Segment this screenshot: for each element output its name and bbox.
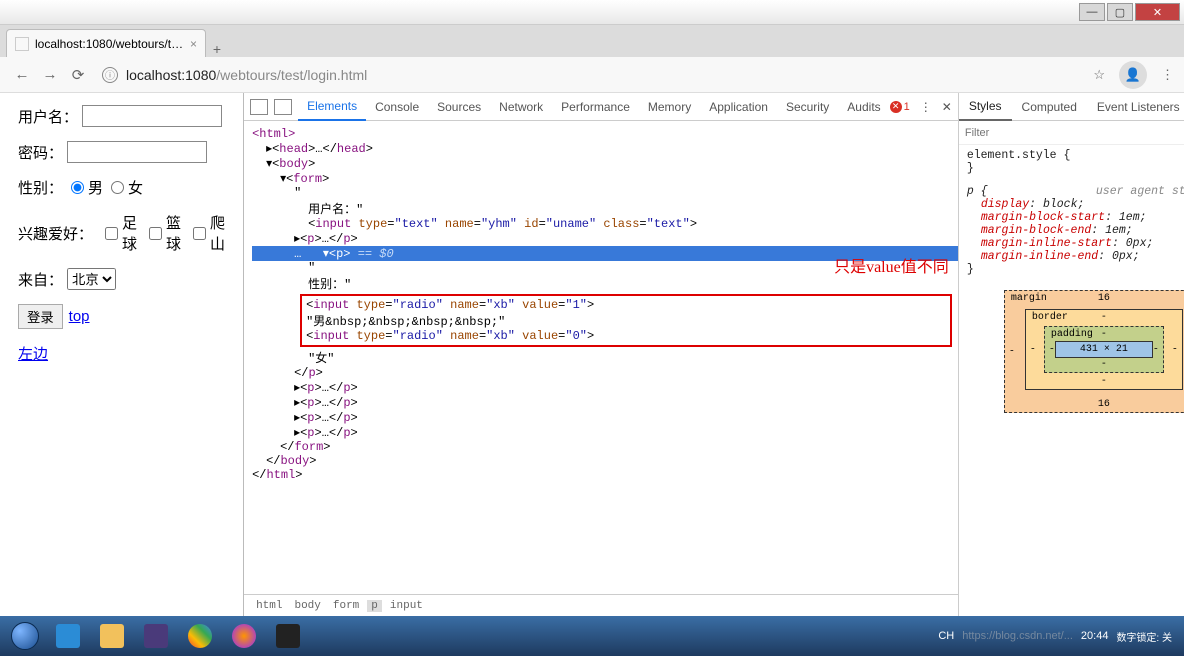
reload-button[interactable]: ⟳ [66, 66, 90, 84]
styles-pane[interactable]: element.style { } user agent stylesheetp… [959, 145, 1184, 280]
bc-body[interactable]: body [290, 600, 324, 612]
tray-time[interactable]: 20:44 [1081, 630, 1109, 642]
sidebar-tab-styles[interactable]: Styles [959, 93, 1012, 121]
tray-status: 数字锁定: 关 [1116, 629, 1172, 644]
styles-filter-input[interactable] [965, 127, 1184, 139]
bc-p[interactable]: p [367, 600, 382, 612]
hobby-climb-checkbox[interactable] [193, 227, 206, 240]
hobby-football-label: 足球 [122, 212, 137, 254]
url-host: localhost:1080 [126, 67, 216, 83]
devtools-tabbar: Elements Console Sources Network Perform… [244, 93, 958, 121]
back-button[interactable]: ← [10, 66, 34, 83]
gender-female-label: 女 [128, 177, 143, 198]
dom-breadcrumb[interactable]: html body form p input [244, 594, 958, 616]
hobby-climb-label: 爬山 [210, 212, 225, 254]
bc-form[interactable]: form [329, 600, 363, 612]
hobby-football-checkbox[interactable] [105, 227, 118, 240]
tab-memory[interactable]: Memory [639, 93, 700, 121]
gender-label: 性别： [18, 177, 63, 198]
left-link[interactable]: 左边 [18, 343, 48, 364]
annotation-text: 只是value值不同 [834, 253, 949, 277]
hobby-label: 兴趣爱好： [18, 223, 93, 244]
box-model: margin 16 16 - - border - - - - padding … [1004, 290, 1184, 413]
top-link[interactable]: top [69, 308, 90, 325]
inspect-icon[interactable] [250, 99, 268, 115]
devtools-sidebar: Styles Computed Event Listeners » :hov .… [959, 93, 1184, 616]
taskbar-ie-icon[interactable] [47, 620, 89, 652]
url-input[interactable]: ⓘ localhost:1080/webtours/test/login.htm… [94, 62, 1093, 88]
site-info-icon[interactable]: ⓘ [102, 67, 118, 83]
sidebar-tab-computed[interactable]: Computed [1012, 93, 1087, 121]
tab-network[interactable]: Network [490, 93, 552, 121]
device-toggle-icon[interactable] [274, 99, 292, 115]
maximize-button[interactable]: ▢ [1107, 3, 1133, 21]
tab-security[interactable]: Security [777, 93, 838, 121]
tab-console[interactable]: Console [366, 93, 428, 121]
url-path: /webtours/test/login.html [216, 67, 367, 83]
tab-sources[interactable]: Sources [428, 93, 490, 121]
forward-button[interactable]: → [38, 66, 62, 83]
tab-application[interactable]: Application [700, 93, 777, 121]
start-button[interactable] [4, 620, 46, 652]
tab-audits[interactable]: Audits [838, 93, 889, 121]
error-badge[interactable]: ✕1 [890, 101, 910, 113]
from-label: 来自： [18, 269, 63, 290]
close-window-button[interactable]: ✕ [1135, 3, 1180, 21]
tray-lang[interactable]: CH [938, 630, 954, 642]
hobby-basketball-label: 篮球 [166, 212, 181, 254]
hobby-basketball-checkbox[interactable] [149, 227, 162, 240]
bc-html[interactable]: html [252, 600, 286, 612]
taskbar-chrome-icon[interactable] [179, 620, 221, 652]
browser-tabbar: localhost:1080/webtours/test/l × + [0, 25, 1184, 57]
login-button[interactable]: 登录 [18, 304, 63, 329]
gender-male-label: 男 [88, 177, 103, 198]
devtools-menu-button[interactable]: ⋮ [920, 100, 932, 114]
window-titlebar: — ▢ ✕ [0, 0, 1184, 25]
sidebar-tab-events[interactable]: Event Listeners [1087, 93, 1184, 121]
gender-male-radio[interactable] [71, 181, 84, 194]
watermark-text: https://blog.csdn.net/... [962, 630, 1073, 642]
devtools: Elements Console Sources Network Perform… [243, 93, 1184, 616]
devtools-close-button[interactable]: ✕ [942, 100, 952, 114]
from-select[interactable]: 北京 [67, 268, 116, 290]
dom-tree[interactable]: <html> ▸<head>…</head> ▾<body> ▾<form> "… [244, 121, 958, 594]
minimize-button[interactable]: — [1079, 3, 1105, 21]
bc-input[interactable]: input [386, 600, 427, 612]
bookmark-star-icon[interactable]: ☆ [1093, 67, 1105, 83]
tab-elements[interactable]: Elements [298, 93, 366, 121]
tab-performance[interactable]: Performance [552, 93, 639, 121]
taskbar-firefox-icon[interactable] [223, 620, 265, 652]
taskbar-app1-icon[interactable] [135, 620, 177, 652]
password-input[interactable] [67, 141, 207, 163]
password-label: 密码： [18, 142, 63, 163]
new-tab-button[interactable]: + [206, 41, 228, 57]
page-favicon-icon [15, 37, 29, 51]
username-label: 用户名： [18, 106, 78, 127]
taskbar-app2-icon[interactable] [267, 620, 309, 652]
address-bar: ← → ⟳ ⓘ localhost:1080/webtours/test/log… [0, 57, 1184, 93]
username-input[interactable] [82, 105, 222, 127]
browser-menu-button[interactable]: ⋮ [1161, 67, 1174, 83]
tab-title: localhost:1080/webtours/test/l [35, 37, 184, 51]
page-content: 用户名： 密码： 性别： 男 女 兴趣爱好： 足球 篮球 爬山 来自： 北京 [0, 93, 243, 616]
taskbar-explorer-icon[interactable] [91, 620, 133, 652]
browser-tab[interactable]: localhost:1080/webtours/test/l × [6, 29, 206, 57]
profile-avatar-icon[interactable]: 👤 [1119, 61, 1147, 89]
gender-female-radio[interactable] [111, 181, 124, 194]
highlight-box: <input type="radio" name="xb" value="1">… [300, 294, 952, 347]
tab-close-icon[interactable]: × [190, 37, 197, 51]
taskbar: CH https://blog.csdn.net/... 20:44 数字锁定:… [0, 616, 1184, 656]
